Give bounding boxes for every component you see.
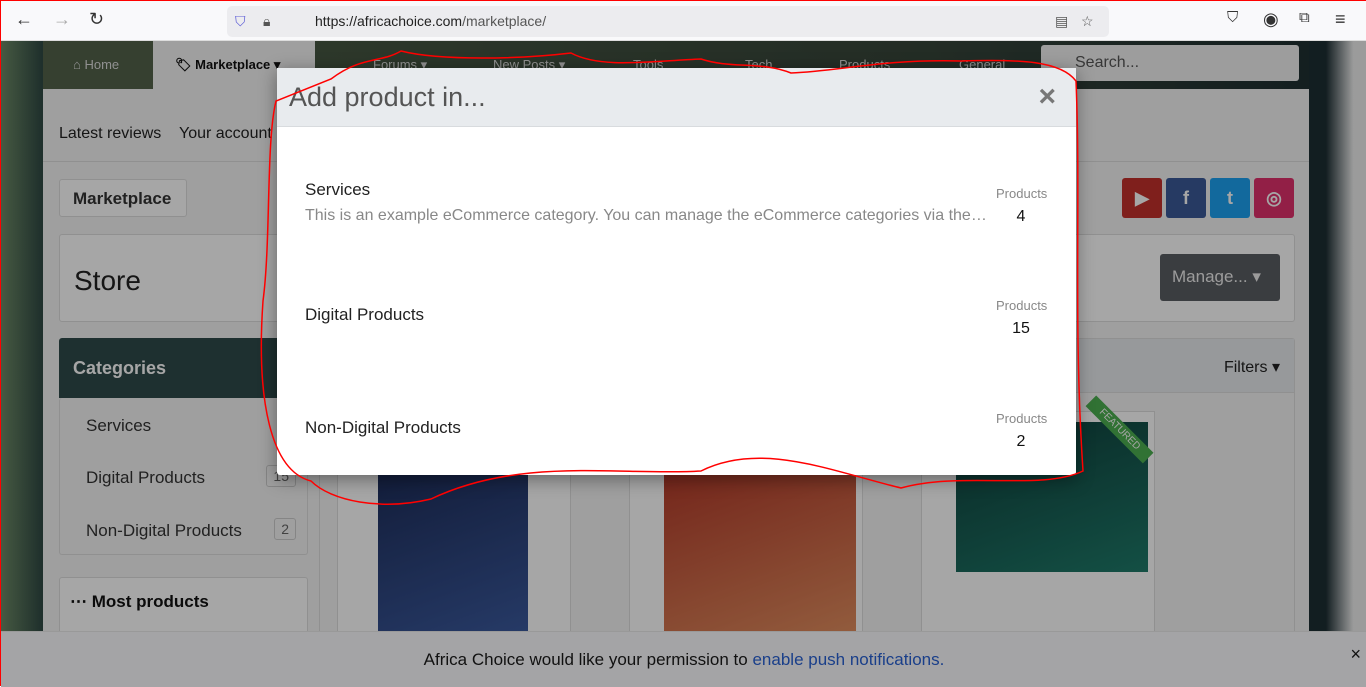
- star-icon[interactable]: ☆: [1081, 13, 1094, 30]
- menu-icon[interactable]: ≡: [1335, 9, 1346, 30]
- push-notification-bar: Africa Choice would like your permission…: [1, 631, 1366, 687]
- account-icon[interactable]: ◉: [1263, 9, 1279, 30]
- option-name: Non-Digital Products: [305, 418, 461, 437]
- notification-text: Africa Choice would like your permission…: [423, 650, 753, 669]
- address-bar[interactable]: ⛉ 🔒︎ https://africachoice.com/marketplac…: [227, 6, 1109, 37]
- lock-icon: 🔒︎: [263, 13, 271, 29]
- back-icon[interactable]: ←: [15, 9, 33, 30]
- modal-title: Add product in...: [289, 82, 486, 112]
- close-notification-icon[interactable]: ×: [1350, 644, 1361, 665]
- add-product-modal: Add product in... × Services This is an …: [277, 68, 1076, 475]
- products-label: Products: [996, 298, 1048, 313]
- products-count: 15: [1012, 320, 1030, 337]
- reader-icon[interactable]: ▤: [1055, 13, 1068, 30]
- url-host: https://africachoice.com: [315, 13, 463, 29]
- products-label: Products: [996, 411, 1048, 426]
- category-option-digital-products[interactable]: Digital Products Products 15: [277, 280, 1076, 380]
- enable-notifications-link[interactable]: enable push notifications.: [752, 650, 944, 669]
- browser-toolbar: ← → ↻ ⛉ 🔒︎ https://africachoice.com/mark…: [1, 1, 1366, 41]
- pocket-icon[interactable]: ⛉: [1227, 9, 1238, 26]
- extensions-icon[interactable]: ⧉: [1299, 9, 1310, 26]
- forward-icon[interactable]: →: [53, 9, 71, 30]
- shield-icon: ⛉: [235, 13, 246, 29]
- option-name: Digital Products: [305, 305, 425, 324]
- category-option-services[interactable]: Services This is an example eCommerce ca…: [277, 168, 1076, 268]
- url-path: /marketplace/: [462, 13, 547, 29]
- modal-header: Add product in... ×: [277, 68, 1076, 127]
- products-count: 4: [1016, 208, 1026, 225]
- close-icon[interactable]: ×: [1038, 80, 1056, 114]
- option-name: Services: [305, 180, 371, 199]
- reload-icon[interactable]: ↻: [89, 9, 104, 30]
- products-label: Products: [996, 186, 1048, 201]
- category-option-non-digital-products[interactable]: Non-Digital Products Products 2: [277, 393, 1076, 493]
- option-description: This is an example eCommerce category. Y…: [305, 207, 987, 224]
- products-count: 2: [1016, 433, 1026, 450]
